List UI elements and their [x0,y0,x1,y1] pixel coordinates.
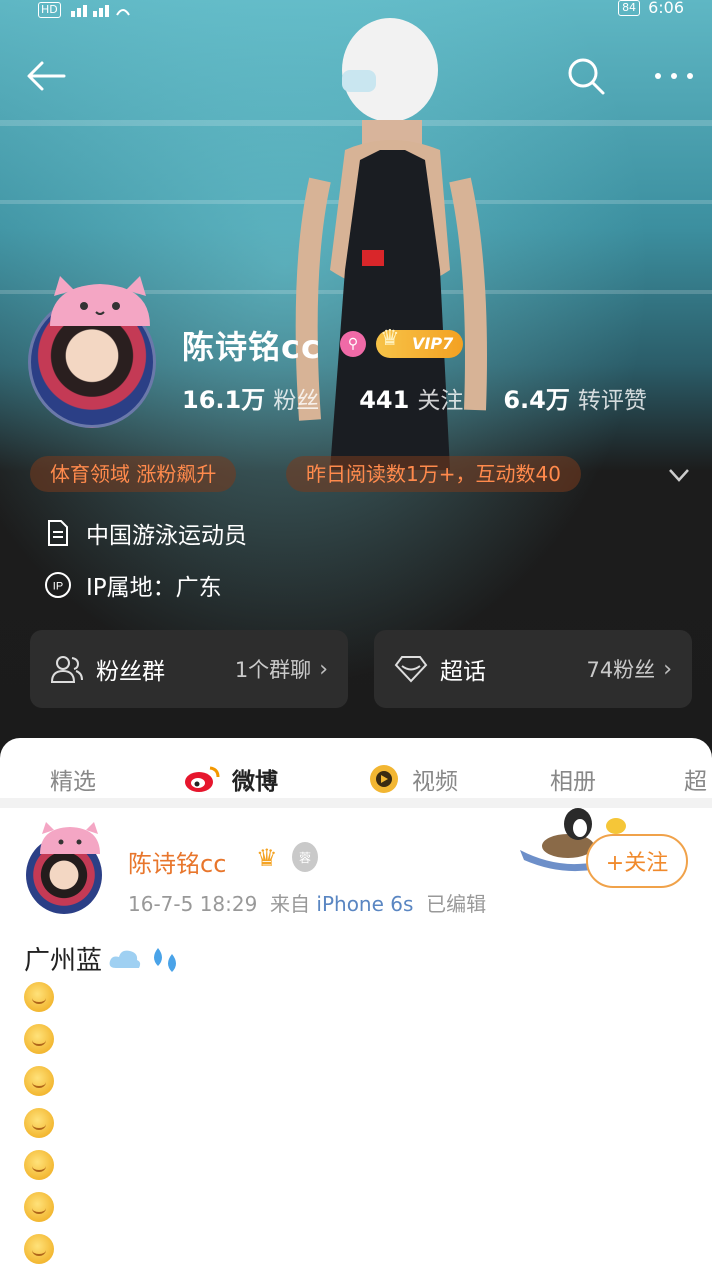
follow-button[interactable]: +关注 [586,834,688,888]
crown-icon: ♛ [256,844,278,872]
smile-emoji-icon [24,1024,54,1054]
chevron-right-icon: › [319,656,328,682]
post-from: 来自 [270,892,311,916]
avatar-cat-hat-decoration [40,822,100,854]
chevron-down-icon[interactable] [664,460,694,490]
smile-emoji-icon [24,1108,54,1138]
ip-icon-text: IP [53,581,63,593]
weibo-logo-icon [185,766,220,792]
battery-indicator: 84 [618,0,641,16]
post-edited[interactable]: 已编辑 [426,892,486,916]
avatar-cat-hat-decoration [50,276,150,326]
female-badge-icon: ⚲ [340,331,366,357]
tab-super[interactable]: 超 [684,762,707,796]
hd-badge: HD [38,2,61,18]
status-bar: HD 84 6:06 [0,0,712,20]
medal-text: 蓉 [298,850,311,865]
video-icon [370,765,398,793]
more-icon[interactable] [650,52,698,100]
tag-sports-rising[interactable]: 体育领域 涨粉飙升 [30,456,237,492]
smile-emoji-icon [24,1234,54,1264]
post-author-name[interactable]: 陈诗铭cc [128,844,226,879]
smile-emoji-icon [24,982,54,1012]
tab-album[interactable]: 相册 [550,762,596,796]
profile-username: 陈诗铭cc [182,328,321,366]
status-time: 6:06 [648,0,684,17]
vip-crown-icon: ♛ [380,326,400,351]
super-topic-icon [394,656,428,683]
stat-followers[interactable]: 16.1万 粉丝 [182,380,319,415]
tab-weibo[interactable]: 微博 [184,762,278,796]
signal-icon [70,5,130,17]
super-topic-title: 超话 [440,659,486,685]
smile-emoji-icon [24,1192,54,1222]
tab-video[interactable]: 视频 [366,762,458,796]
fan-group-count: 1个群聊 [234,658,312,682]
tab-video-label: 视频 [412,769,458,795]
search-icon[interactable] [562,52,610,100]
emoji-list [24,982,54,1276]
fan-group-icon [50,656,83,683]
cloud-icon [109,950,141,968]
fan-group-card[interactable]: 粉丝群 1个群聊 › [30,630,348,708]
back-icon[interactable] [22,52,70,100]
profile-stats: 16.1万 粉丝 441 关注 6.4万 转评赞 [182,380,647,415]
medal-icon: 蓉 [292,842,318,872]
ip-location-text: IP属地：广东 [86,575,222,601]
fan-group-title: 粉丝群 [96,659,165,685]
post-text-content: 广州蓝 [24,946,103,976]
smile-emoji-icon [24,1066,54,1096]
post-meta: 16-7-5 18:29 来自 iPhone 6s 已编辑 [128,888,486,917]
tag-reads-interactions[interactable]: 昨日阅读数1万+，互动数40 [286,456,581,492]
tab-weibo-label: 微博 [232,769,278,795]
ip-row: IP IP属地：广东 [44,568,222,602]
tab-featured[interactable]: 精选 [50,762,96,796]
stat-following[interactable]: 441 关注 [359,381,463,415]
chevron-right-icon: › [663,656,672,682]
bio-row: 中国游泳运动员 [44,516,247,550]
smile-emoji-icon [24,1150,54,1180]
profile-tabs: 精选 微博 视频 相册 超 [0,752,712,798]
super-topic-card[interactable]: 超话 74粉丝 › [374,630,692,708]
super-topic-count: 74粉丝 [586,658,656,682]
ip-icon: IP [44,571,72,599]
post-device[interactable]: iPhone 6s [316,892,413,916]
droplets-icon [154,947,177,972]
bio-text: 中国游泳运动员 [86,523,247,549]
post-text: 广州蓝 [24,940,182,977]
post-time: 16-7-5 18:29 [128,892,258,916]
stat-reposts-likes[interactable]: 6.4万 转评赞 [503,380,647,415]
document-icon [44,519,72,547]
